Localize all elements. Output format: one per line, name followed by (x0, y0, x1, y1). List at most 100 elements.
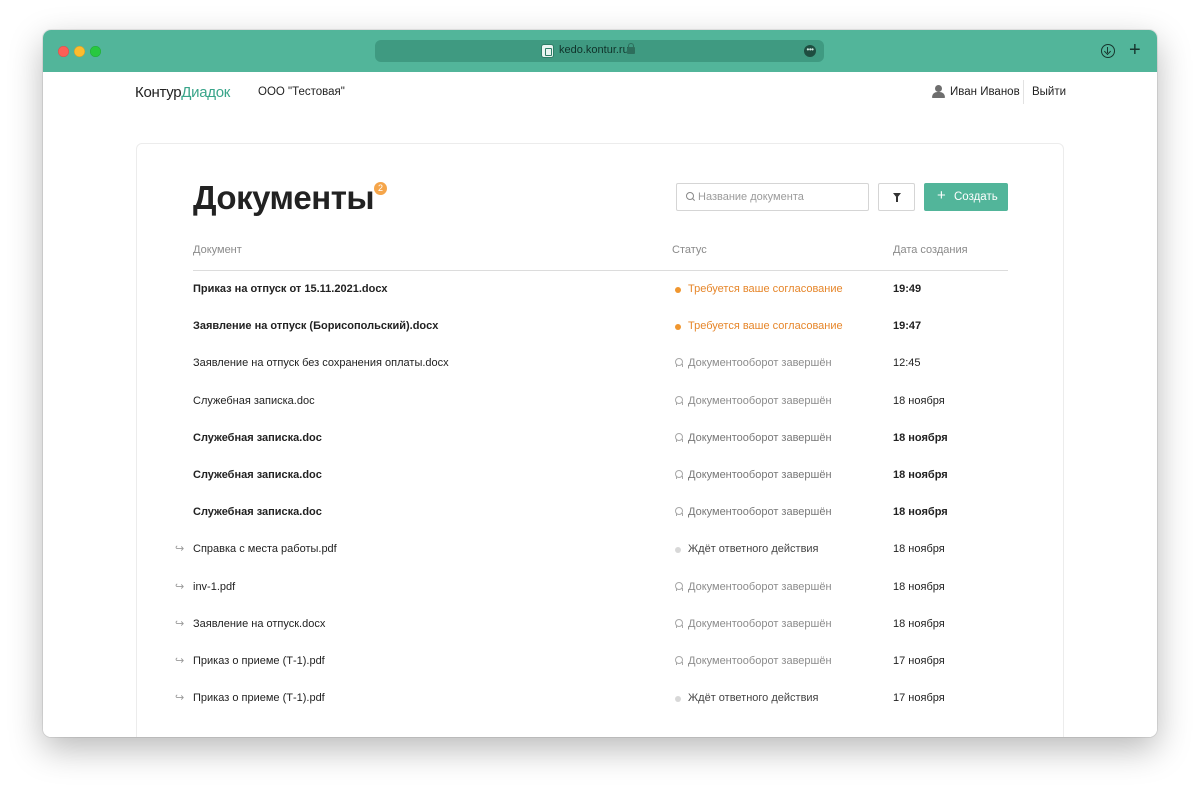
document-name[interactable]: Приказ о приеме (Т-1).pdf (193, 655, 325, 667)
document-date: 19:49 (893, 283, 922, 295)
address-bar[interactable]: kedo.kontur.ru ••• (375, 40, 824, 62)
certificate-icon (674, 581, 683, 591)
document-status: Ждёт ответного действия (688, 692, 819, 705)
status-dot-icon (675, 287, 681, 293)
document-name[interactable]: Приказ о приеме (Т-1).pdf (193, 692, 325, 704)
certificate-icon (674, 655, 683, 665)
document-name[interactable]: Служебная записка.doc (193, 395, 315, 407)
table-row[interactable]: ↪ Приказ о приеме (Т-1).pdf Ждёт ответно… (137, 680, 1063, 717)
document-date: 17 ноября (893, 692, 945, 705)
certificate-icon (674, 395, 683, 405)
table-row[interactable]: ↪ inv-1.pdf Документооборот завершён 18 … (137, 569, 1063, 606)
new-tab-button[interactable]: + (1129, 40, 1141, 60)
lock-icon (627, 43, 635, 54)
table-row[interactable]: Служебная записка.doc Документооборот за… (137, 494, 1063, 531)
brand-logo[interactable]: КонтурДиадок (135, 84, 230, 101)
table-row[interactable]: Приказ на отпуск от 15.11.2021.docx Треб… (137, 271, 1063, 308)
document-status: Требуется ваше согласование (688, 320, 843, 333)
document-name[interactable]: Заявление на отпуск.docx (193, 618, 325, 630)
document-status: Документооборот завершён (688, 617, 832, 630)
status-dot-icon (675, 547, 681, 554)
close-window-button[interactable] (58, 46, 69, 57)
document-name[interactable]: Справка с места работы.pdf (193, 543, 337, 555)
table-row[interactable]: Служебная записка.doc Документооборот за… (137, 457, 1063, 494)
forward-icon: ↪ (175, 692, 185, 705)
forward-icon: ↪ (175, 543, 185, 556)
document-name[interactable]: Приказ на отпуск от 15.11.2021.docx (193, 283, 388, 295)
document-date: 18 ноября (893, 580, 945, 593)
certificate-icon (674, 618, 683, 628)
document-name[interactable]: Служебная записка.doc (193, 506, 322, 518)
browser-titlebar: kedo.kontur.ru ••• + (43, 30, 1157, 72)
browser-window: kedo.kontur.ru ••• + КонтурДиадок ООО "Т… (43, 30, 1157, 737)
document-status: Документооборот завершён (688, 357, 832, 370)
documents-table: Приказ на отпуск от 15.11.2021.docx Треб… (137, 271, 1063, 717)
search-icon (686, 192, 694, 200)
status-dot-icon (675, 696, 681, 703)
document-date: 17 ноября (893, 654, 945, 667)
table-row[interactable]: Служебная записка.doc Документооборот за… (137, 383, 1063, 420)
table-row[interactable]: Служебная записка.doc Документооборот за… (137, 420, 1063, 457)
document-status: Требуется ваше согласование (688, 283, 843, 295)
forward-icon: ↪ (175, 617, 185, 630)
table-row[interactable]: ↪ Приказ о приеме (Т-1).pdf Документообо… (137, 643, 1063, 680)
plus-icon: + (937, 187, 946, 204)
document-date: 18 ноября (893, 431, 948, 444)
document-date: 18 ноября (893, 506, 948, 519)
certificate-icon (674, 432, 683, 442)
page-content: КонтурДиадок ООО "Тестовая" Иван Иванов … (43, 72, 1157, 737)
certificate-icon (674, 507, 683, 517)
document-name[interactable]: inv-1.pdf (193, 581, 235, 593)
document-status: Документооборот завершён (688, 580, 832, 593)
search-input[interactable] (698, 184, 866, 210)
search-field[interactable] (676, 183, 869, 211)
address-url: kedo.kontur.ru (559, 44, 629, 56)
page-title: Документы (193, 179, 375, 216)
zoom-window-button[interactable] (90, 46, 101, 57)
status-dot-icon (675, 324, 681, 331)
download-icon[interactable] (1101, 44, 1115, 58)
document-date: 18 ноября (893, 394, 945, 407)
table-row[interactable]: ↪ Справка с места работы.pdf Ждёт ответн… (137, 531, 1063, 568)
document-name[interactable]: Заявление на отпуск (Борисопольский).doc… (193, 320, 438, 332)
document-status: Документооборот завершён (688, 394, 832, 407)
table-row[interactable]: ↪ Заявление на отпуск.docx Документообор… (137, 606, 1063, 643)
brand-logo-part1: Контур (135, 84, 182, 101)
create-button-label: Создать (954, 191, 998, 203)
document-date: 19:47 (893, 320, 922, 333)
minimize-window-button[interactable] (74, 46, 85, 57)
document-status: Документооборот завершён (688, 506, 832, 519)
site-favicon-icon (541, 44, 554, 58)
document-status: Документооборот завершён (688, 468, 832, 481)
document-date: 18 ноября (893, 543, 945, 556)
user-icon (932, 85, 945, 98)
column-header-document: Документ (193, 244, 242, 256)
user-name-link[interactable]: Иван Иванов (950, 86, 1020, 98)
column-header-date: Дата создания (893, 244, 968, 256)
create-button[interactable]: + Создать (924, 183, 1008, 211)
certificate-icon (674, 469, 683, 479)
forward-icon: ↪ (175, 654, 185, 667)
table-row[interactable]: Заявление на отпуск без сохранения оплат… (137, 345, 1063, 382)
organization-name[interactable]: ООО "Тестовая" (258, 86, 345, 98)
filter-button[interactable] (878, 183, 915, 211)
unread-count-badge: 2 (374, 182, 387, 195)
document-name[interactable]: Служебная записка.doc (193, 432, 322, 444)
document-status: Ждёт ответного действия (688, 543, 819, 556)
certificate-icon (674, 358, 683, 368)
document-date: 18 ноября (893, 468, 948, 481)
header-divider (1023, 80, 1024, 104)
document-date: 12:45 (893, 357, 921, 370)
brand-logo-part2: Диадок (181, 84, 231, 101)
table-row[interactable]: Заявление на отпуск (Борисопольский).doc… (137, 308, 1063, 345)
filter-icon (893, 193, 901, 202)
document-name[interactable]: Служебная записка.doc (193, 469, 322, 481)
column-header-status: Статус (672, 244, 707, 256)
more-options-icon[interactable]: ••• (804, 45, 816, 57)
document-status: Документооборот завершён (688, 431, 832, 444)
document-status: Документооборот завершён (688, 654, 832, 667)
document-name[interactable]: Заявление на отпуск без сохранения оплат… (193, 357, 449, 369)
documents-card: Документы 2 + Создать Документ Статус Да… (136, 143, 1064, 737)
forward-icon: ↪ (175, 580, 185, 593)
logout-link[interactable]: Выйти (1032, 86, 1066, 98)
